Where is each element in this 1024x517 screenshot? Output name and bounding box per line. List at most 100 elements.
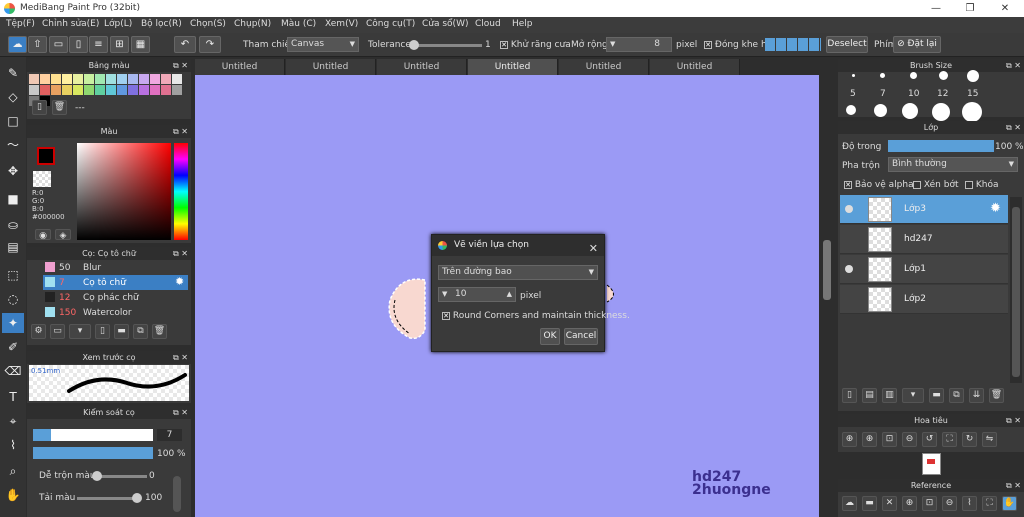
eyedropper-icon[interactable]: ⌇ [962, 496, 977, 511]
size-bar[interactable] [33, 429, 153, 441]
zoom-out-icon[interactable]: ⊖ [942, 496, 957, 511]
expand-stepper[interactable]: ▼ 8 [606, 37, 672, 52]
new-brush-icon[interactable]: ▭ [50, 324, 65, 339]
gap-level-selector[interactable] [765, 38, 821, 51]
folder-icon[interactable]: ▬ [929, 388, 944, 403]
brush-size-dot[interactable] [852, 74, 855, 77]
opacity-bar[interactable] [33, 447, 153, 459]
cancel-button[interactable]: Cancel [564, 328, 598, 345]
brush-size-label[interactable]: 7 [880, 89, 886, 99]
load-slider-handle[interactable] [132, 493, 142, 503]
panel-close-icon[interactable]: ⧉ ✕ [1006, 479, 1021, 492]
palette-swatch[interactable] [51, 85, 61, 95]
foreground-color[interactable] [37, 147, 55, 165]
grid-doc-icon[interactable]: ⊞ [110, 36, 129, 53]
eye-icon[interactable] [845, 265, 853, 273]
palette-swatch[interactable] [161, 85, 171, 95]
bucket-tool-icon[interactable]: ⛀ [2, 215, 24, 235]
palette-swatch[interactable] [128, 85, 138, 95]
brush-size-dot[interactable] [967, 70, 979, 82]
canvas-vertical-scrollbar[interactable] [819, 75, 835, 517]
curve-tool-icon[interactable]: 〜 [2, 135, 24, 155]
select-rect-tool-icon[interactable]: ⬚ [2, 265, 24, 285]
menu-window[interactable]: Cửa sổ(W) [422, 19, 468, 29]
minimize-button[interactable]: — [919, 0, 953, 17]
panel-close-icon[interactable]: ⧉ ✕ [173, 406, 188, 419]
gear-icon[interactable]: ✹ [175, 275, 184, 288]
palette-swatch[interactable] [40, 85, 50, 95]
palette-swatch[interactable] [139, 74, 149, 84]
brush-size-dot[interactable] [902, 103, 918, 119]
menu-edit[interactable]: Chỉnh sửa(E) [42, 19, 99, 29]
brush-item-active[interactable]: 7 Cọ tô chữ ✹ [43, 275, 188, 290]
menu-file[interactable]: Tệp(F) [6, 19, 35, 29]
size-value[interactable]: 7 [157, 429, 182, 441]
tab-untitled-4[interactable]: Untitled [468, 59, 558, 75]
reference-select[interactable]: Canvas ▼ [287, 37, 359, 52]
move-tool-icon[interactable]: ✥ [2, 161, 24, 181]
blend-mode-select[interactable]: Bình thường ▼ [888, 157, 1018, 172]
menu-filter[interactable]: Bộ lọc(R) [141, 19, 182, 29]
zoom-in-icon[interactable]: ⊕ [842, 432, 857, 447]
flip-icon[interactable]: ⇋ [982, 432, 997, 447]
palette-swatch[interactable] [62, 74, 72, 84]
palette-swatch[interactable] [84, 85, 94, 95]
fill-rect-tool-icon[interactable]: ■ [2, 189, 24, 209]
hand-icon[interactable]: ✋ [1002, 496, 1017, 511]
duplicate-layer-icon[interactable]: ⧉ [949, 388, 964, 403]
tab-untitled-1[interactable]: Untitled [195, 59, 285, 75]
layer-row-lop2[interactable]: Lớp2 [840, 285, 1008, 314]
rectangle-tool-icon[interactable]: □ [2, 111, 24, 131]
brush-size-label[interactable]: 15 [967, 89, 978, 99]
panel-close-icon[interactable]: ⧉ ✕ [173, 125, 188, 138]
eyedropper-tool-icon[interactable]: ⌇ [2, 435, 24, 455]
text-tool-icon[interactable]: T [2, 387, 24, 407]
swap-icon[interactable]: ◈ [55, 229, 71, 241]
palette-swatch[interactable] [139, 85, 149, 95]
brush-size-label[interactable]: 12 [937, 89, 948, 99]
redo-button[interactable]: ↷ [199, 36, 221, 53]
trash-icon[interactable]: 🗑 [989, 388, 1004, 403]
merge-down-icon[interactable]: ⇊ [969, 388, 984, 403]
palette-swatch[interactable] [29, 74, 39, 84]
comment-icon[interactable]: ▭ [49, 36, 68, 53]
antialias-checkbox[interactable]: ✕ Khử răng cưa [500, 40, 571, 50]
magic-wand-tool-icon[interactable]: ✦ [2, 313, 24, 333]
deselect-button[interactable]: Deselect [826, 36, 868, 53]
brush-tool-icon[interactable]: ✎ [2, 63, 24, 83]
folder-open-icon[interactable]: ▬ [862, 496, 877, 511]
eye-icon[interactable] [845, 205, 853, 213]
rotate-right-icon[interactable]: ↻ [962, 432, 977, 447]
palette-swatch[interactable] [84, 74, 94, 84]
menu-view[interactable]: Xem(V) [325, 19, 358, 29]
fullscreen-icon[interactable]: ⛶ [982, 496, 997, 511]
copy-icon[interactable]: ⧉ [133, 324, 148, 339]
reset-button[interactable]: ⊘ Đặt lại [893, 36, 941, 53]
layer-row-lop3[interactable]: Lớp3 ✹ [840, 195, 1008, 224]
brush-size-dot[interactable] [932, 103, 950, 121]
clipping-checkbox[interactable]: Xén bớt [913, 180, 959, 190]
palette-swatch[interactable] [95, 85, 105, 95]
panel-close-icon[interactable]: ⧉ ✕ [1006, 414, 1021, 427]
stroke-mode-select[interactable]: Trên đường bao ▼ [438, 265, 598, 280]
layer-row-lop1[interactable]: Lớp1 [840, 255, 1008, 284]
fullscreen-icon[interactable]: ⛶ [942, 432, 957, 447]
rotate-left-icon[interactable]: ↺ [922, 432, 937, 447]
saturation-value-picker[interactable] [77, 143, 171, 240]
palette-swatch[interactable] [150, 74, 160, 84]
palette-swatch[interactable] [117, 85, 127, 95]
tab-untitled-3[interactable]: Untitled [377, 59, 467, 75]
protect-alpha-checkbox[interactable]: ✕ Bảo vệ alpha [844, 180, 914, 190]
new-halftone-layer-icon[interactable]: ▤ [862, 388, 877, 403]
select-pen-tool-icon[interactable]: ✐ [2, 337, 24, 357]
grid-icon[interactable]: ▦ [131, 36, 150, 53]
folder-icon[interactable]: ▬ [114, 324, 129, 339]
menu-help[interactable]: Help [512, 19, 533, 29]
ok-button[interactable]: OK [540, 328, 560, 345]
layer-opacity-bar[interactable] [888, 140, 994, 152]
trash-icon[interactable]: 🗑 [152, 324, 167, 339]
fit-icon[interactable]: ⊡ [882, 432, 897, 447]
load-slider[interactable] [77, 497, 137, 500]
palette-swatch[interactable] [62, 85, 72, 95]
brush-page-icon[interactable]: ▯ [95, 324, 110, 339]
